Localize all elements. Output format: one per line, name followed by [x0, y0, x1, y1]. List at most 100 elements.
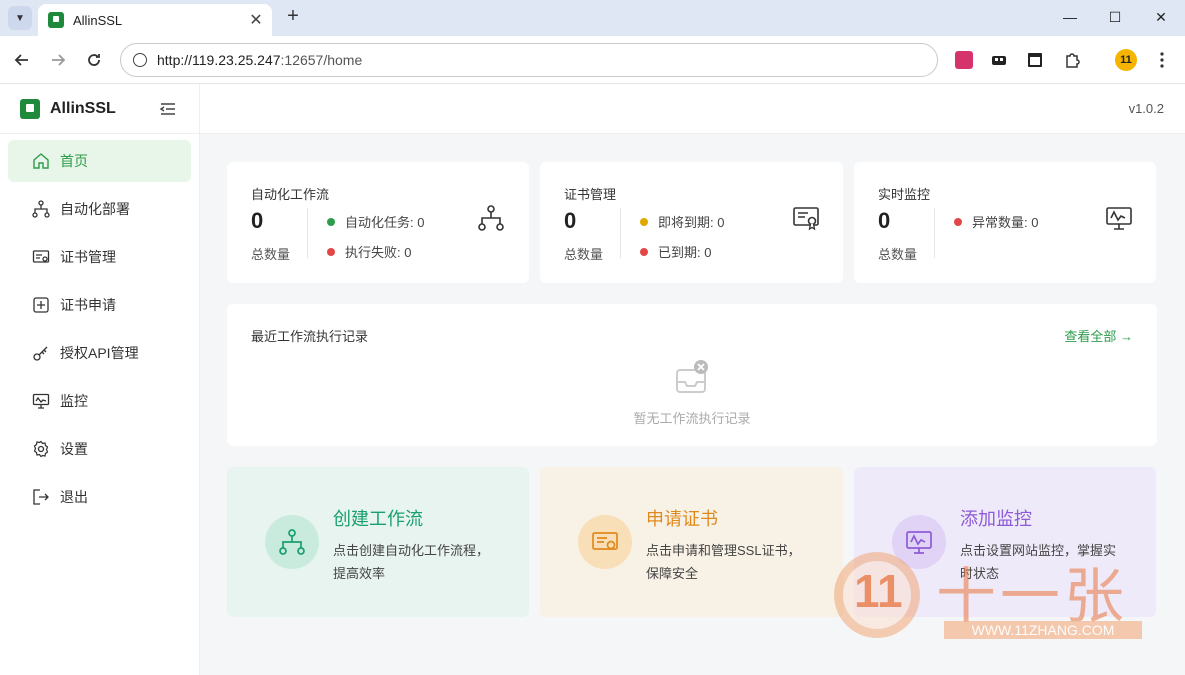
sidebar-item-label: 首页: [60, 153, 88, 169]
sidebar-item-label: 退出: [60, 489, 88, 505]
reload-button[interactable]: [82, 48, 106, 72]
certificate-icon: [592, 532, 618, 550]
stat-title: 证书管理: [564, 187, 617, 202]
new-tab-button[interactable]: +: [282, 6, 304, 28]
status-dot: [327, 217, 335, 226]
browser-tabbar: ▼ AllinSSL ✕ + — ☐ ✕: [0, 0, 1185, 36]
address-bar[interactable]: http://119.23.25.247:12657/home: [120, 43, 938, 77]
stat-title: 自动化工作流: [251, 187, 330, 202]
minimize-button[interactable]: —: [1048, 0, 1092, 34]
sidebar-item-home[interactable]: 首页: [8, 140, 191, 182]
create-workflow-card[interactable]: 创建工作流 点击创建自动化工作流程，提高效率: [227, 467, 529, 617]
stat-count: 0: [878, 208, 891, 233]
apply-cert-card[interactable]: 申请证书 点击申请和管理SSL证书，保障安全: [540, 467, 843, 617]
action-desc: 点击创建自动化工作流程，提高效率: [333, 543, 490, 581]
stat-abnormal: 异常数量: 0: [954, 212, 1038, 231]
sidebar-item-api-manage[interactable]: 授权API管理: [8, 332, 191, 374]
workflow-icon: [279, 529, 305, 555]
collapse-sidebar-icon[interactable]: [159, 100, 177, 118]
browser-toolbar: http://119.23.25.247:12657/home 11: [0, 36, 1185, 84]
sidebar-item-monitor[interactable]: 监控: [8, 380, 191, 422]
stat-expired: 已到期: 0: [640, 242, 711, 261]
monitor-stat-card[interactable]: 实时监控 0 总数量 异常数量: 0: [854, 162, 1156, 283]
recent-records-card: 最近工作流执行记录 查看全部 → 暂无工作流执行记录: [227, 304, 1157, 446]
sidebar: AllinSSL 首页 自动化部署 证书管理 证书申请 授权API管理 监控 设…: [0, 84, 200, 675]
status-dot: [327, 247, 335, 256]
certificate-icon-circle: [578, 515, 632, 569]
divider: [307, 208, 308, 258]
back-arrow-icon: [14, 54, 28, 66]
certificate-icon: [32, 248, 50, 266]
browser-menu-icon[interactable]: [1151, 49, 1173, 71]
sidebar-item-label: 监控: [60, 393, 88, 409]
sidebar-menu: 首页 自动化部署 证书管理 证书申请 授权API管理 监控 设置 退出: [0, 134, 199, 518]
sidebar-item-logout[interactable]: 退出: [8, 476, 191, 518]
stat-auto-tasks: 自动化任务: 0: [327, 212, 424, 231]
logout-icon: [32, 488, 50, 506]
url-text: http://119.23.25.247:12657/home: [157, 52, 363, 68]
sidebar-item-cert-apply[interactable]: 证书申请: [8, 284, 191, 326]
profile-avatar[interactable]: 11: [1115, 49, 1137, 71]
tab-title: AllinSSL: [73, 12, 123, 28]
site-info-icon[interactable]: [133, 53, 147, 67]
view-all-link[interactable]: 查看全部 →: [1064, 326, 1133, 345]
app-name: AllinSSL: [50, 99, 116, 117]
watermark-number: 11: [854, 565, 903, 617]
tab-search-button[interactable]: ▼: [8, 6, 32, 30]
forward-arrow-icon: [52, 54, 66, 66]
workflow-icon-circle: [265, 515, 319, 569]
watermark-url: WWW.11ZHANG.COM: [944, 621, 1142, 639]
divider: [620, 208, 621, 258]
sidebar-item-label: 授权API管理: [60, 345, 139, 361]
plus-square-icon: [32, 296, 50, 314]
sidebar-item-cert-manage[interactable]: 证书管理: [8, 236, 191, 278]
forward-button[interactable]: [46, 48, 70, 72]
status-dot: [640, 247, 648, 256]
allinssl-logo-icon: [20, 98, 40, 119]
stat-count-label: 总数量: [251, 247, 291, 262]
action-desc: 点击申请和管理SSL证书，保障安全: [646, 543, 801, 581]
sidebar-item-auto-deploy[interactable]: 自动化部署: [8, 188, 191, 230]
stat-count: 0: [564, 208, 577, 233]
extension-icon[interactable]: [988, 49, 1010, 71]
translate-extension-icon[interactable]: [953, 49, 975, 71]
close-window-button[interactable]: ✕: [1139, 0, 1183, 34]
site-watermark: 11 十一张 WWW.11ZHANG.COM: [832, 550, 1162, 645]
browser-tab[interactable]: AllinSSL ✕: [38, 4, 272, 36]
status-dot: [640, 217, 648, 226]
action-title: 添加监控: [960, 509, 1032, 529]
sidebar-item-label: 自动化部署: [60, 201, 130, 217]
cert-stat-card[interactable]: 证书管理 0 总数量 即将到期: 0 已到期: 0: [540, 162, 843, 283]
gear-icon: [32, 440, 50, 458]
reload-icon: [88, 54, 100, 66]
app-version: v1.0.2: [1128, 101, 1164, 116]
workflow-icon: [32, 200, 50, 218]
monitor-icon: [1106, 207, 1132, 230]
monitor-icon: [32, 392, 50, 410]
stat-failed: 执行失败: 0: [327, 242, 411, 261]
back-button[interactable]: [10, 48, 34, 72]
sidebar-item-label: 设置: [60, 441, 88, 457]
tab-close-icon[interactable]: ✕: [246, 10, 266, 30]
allinssl-favicon: [48, 12, 64, 28]
sidepanel-icon[interactable]: [1024, 49, 1046, 71]
stat-title: 实时监控: [878, 187, 931, 202]
workflow-stat-card[interactable]: 自动化工作流 0 总数量 自动化任务: 0 执行失败: 0: [227, 162, 529, 283]
sidebar-item-label: 证书申请: [60, 297, 116, 313]
action-title: 创建工作流: [333, 509, 423, 529]
puzzle-extensions-icon[interactable]: [1061, 49, 1083, 71]
divider: [934, 208, 935, 258]
stat-count-label: 总数量: [878, 247, 918, 262]
workflow-icon: [478, 205, 504, 231]
stat-count: 0: [251, 208, 264, 233]
empty-inbox-icon: [676, 360, 708, 393]
sidebar-item-settings[interactable]: 设置: [8, 428, 191, 470]
sidebar-item-label: 证书管理: [60, 249, 116, 265]
recent-records-title: 最近工作流执行记录: [251, 329, 369, 344]
certificate-icon: [793, 207, 819, 231]
home-icon: [32, 152, 50, 170]
maximize-button[interactable]: ☐: [1093, 0, 1137, 34]
action-title: 申请证书: [646, 509, 718, 529]
stat-expiring: 即将到期: 0: [640, 212, 724, 231]
status-dot: [954, 217, 962, 226]
